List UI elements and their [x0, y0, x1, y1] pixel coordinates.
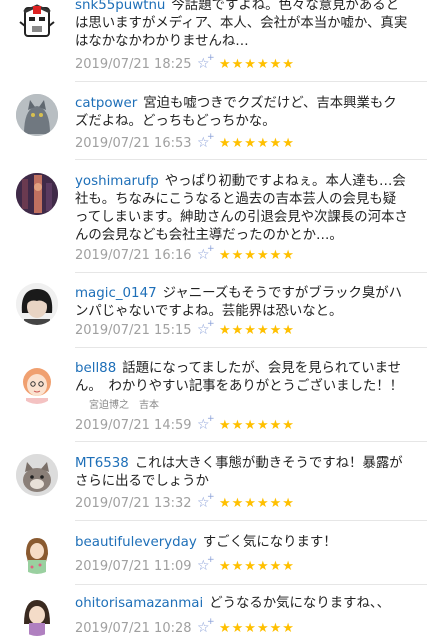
- comment-date: 2019/07/21 13:32: [75, 495, 192, 511]
- comment-meta: 2019/07/21 18:25 ☆ + ★★★★★★: [75, 53, 295, 73]
- star-icon: ★★★★★★: [219, 247, 295, 263]
- comment-date: 2019/07/21 18:25: [75, 56, 192, 72]
- avatar[interactable]: [16, 2, 58, 44]
- avatar[interactable]: [16, 532, 58, 574]
- star-icon: ★★★★★★: [219, 620, 295, 636]
- comment-body: すごく気になります！: [202, 535, 337, 550]
- comment-body: どうなるか気になりますね、、: [209, 596, 390, 611]
- username-link[interactable]: yoshimarufp: [75, 174, 159, 189]
- divider: [75, 81, 427, 82]
- avatar[interactable]: [16, 594, 58, 636]
- avatar[interactable]: [16, 454, 58, 496]
- comment-text: magic_0147 ジャニーズもそうですがブラック臭がハンパじゃないですよね。芸…: [75, 285, 409, 321]
- username-link[interactable]: snk55puwtnu: [75, 0, 165, 13]
- username-link[interactable]: magic_0147: [75, 286, 157, 301]
- username-link[interactable]: catpower: [75, 96, 137, 111]
- comment-text: MT6538 これは大きく事態が動きそうですね！暴露がさらに出るでしょうか: [75, 455, 409, 491]
- comment-body: 話題になってましたが、会見を見られていません。 わかりやすい記事をありがとうござ…: [75, 361, 404, 394]
- username-link[interactable]: ohitorisamazanmai: [75, 596, 203, 611]
- comment-date: 2019/07/21 14:59: [75, 417, 192, 433]
- star-outline-plus-icon[interactable]: ☆ +: [197, 414, 219, 433]
- comment-meta: 2019/07/21 14:59 ☆ + ★★★★★★: [75, 414, 295, 434]
- comment-text: snk55puwtnu 今話題ですよね。色々な意見があるとは思いますがメディア、本…: [75, 0, 409, 51]
- star-outline-plus-icon[interactable]: ☆ +: [197, 53, 219, 72]
- divider: [75, 272, 427, 273]
- comment-date: 2019/07/21 15:15: [75, 322, 192, 338]
- comment-text: bell88 話題になってましたが、会見を見られていません。 わかりやすい記事をあ…: [75, 360, 409, 415]
- tag-list[interactable]: 宮迫博之 吉本: [89, 400, 159, 411]
- comment-meta: 2019/07/21 16:53 ☆ + ★★★★★★: [75, 132, 295, 152]
- comment-meta: 2019/07/21 11:09 ☆ + ★★★★★★: [75, 555, 295, 575]
- star-icon: ★★★★★★: [219, 56, 295, 72]
- star-icon: ★★★★★★: [219, 495, 295, 511]
- comment-text: catpower 宮迫も嘘つきでクズだけど、吉本興業もクズだよね。どっちもどっちか…: [75, 95, 409, 131]
- avatar[interactable]: [16, 173, 58, 215]
- comment-meta: 2019/07/21 10:28 ☆ + ★★★★★★: [75, 617, 295, 637]
- divider: [75, 520, 427, 521]
- comment-meta: 2019/07/21 15:15 ☆ + ★★★★★★: [75, 319, 295, 339]
- avatar[interactable]: [16, 94, 58, 136]
- comment-date: 2019/07/21 10:28: [75, 620, 192, 636]
- comment-meta: 2019/07/21 13:32 ☆ + ★★★★★★: [75, 492, 295, 512]
- comment-text: yoshimarufp やっぱり初動ですよねぇ。本人達も…会社も。ちなみにこうなる…: [75, 173, 409, 245]
- avatar[interactable]: [16, 362, 58, 404]
- divider: [75, 347, 427, 348]
- star-icon: ★★★★★★: [219, 322, 295, 338]
- star-outline-plus-icon[interactable]: ☆ +: [197, 617, 219, 636]
- star-outline-plus-icon[interactable]: ☆ +: [197, 132, 219, 151]
- star-outline-plus-icon[interactable]: ☆ +: [197, 555, 219, 574]
- divider: [75, 584, 427, 585]
- username-link[interactable]: beautifuleveryday: [75, 535, 197, 550]
- avatar[interactable]: [16, 283, 58, 325]
- comment-date: 2019/07/21 11:09: [75, 558, 192, 574]
- comment-date: 2019/07/21 16:16: [75, 247, 192, 263]
- star-outline-plus-icon[interactable]: ☆ +: [197, 492, 219, 511]
- star-outline-plus-icon[interactable]: ☆ +: [197, 319, 219, 338]
- star-icon: ★★★★★★: [219, 558, 295, 574]
- comment-meta: 2019/07/21 16:16 ☆ + ★★★★★★: [75, 244, 295, 264]
- comment-text: beautifuleveryday すごく気になります！: [75, 534, 409, 552]
- comment-text: ohitorisamazanmai どうなるか気になりますね、、: [75, 595, 409, 613]
- comment-date: 2019/07/21 16:53: [75, 135, 192, 151]
- star-icon: ★★★★★★: [219, 135, 295, 151]
- comment-list: snk55puwtnu 今話題ですよね。色々な意見があるとは思いますがメディア、本…: [0, 0, 427, 640]
- star-outline-plus-icon[interactable]: ☆ +: [197, 244, 219, 263]
- divider: [75, 441, 427, 442]
- username-link[interactable]: MT6538: [75, 456, 129, 471]
- username-link[interactable]: bell88: [75, 361, 116, 376]
- star-icon: ★★★★★★: [219, 417, 295, 433]
- divider: [75, 159, 427, 160]
